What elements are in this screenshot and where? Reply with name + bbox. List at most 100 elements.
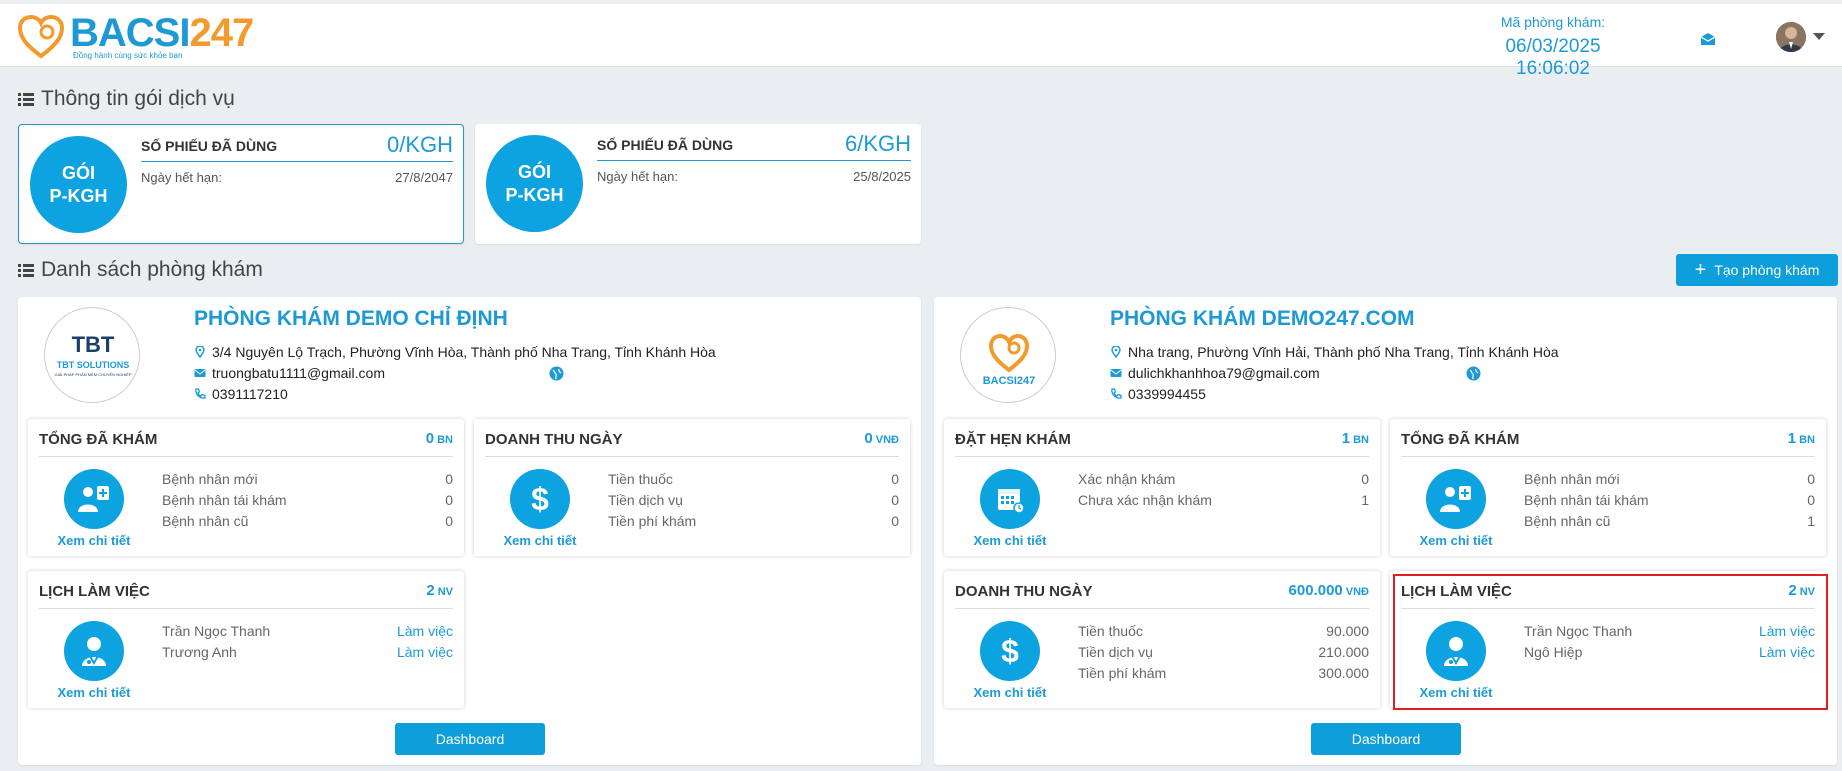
package-expiry-label: Ngày hết hạn: (597, 169, 678, 184)
card-row-label: Bệnh nhân mới (1524, 471, 1620, 487)
card-row-label: Tiền dịch vụ (1078, 644, 1153, 660)
phone-icon (195, 388, 206, 399)
card-row: Ngô Hiệp Làm việc (1524, 642, 1815, 663)
package-circle: GÓI P-KGH (486, 135, 583, 232)
card-value-number: 2 (1788, 582, 1797, 599)
card-row-value: Làm việc (396, 623, 453, 639)
card-row-value: 90.000 (1326, 623, 1369, 639)
package-card[interactable]: GÓI P-KGH SỐ PHIẾU ĐÃ DÙNG 6/KGH Ngày hế… (475, 124, 921, 244)
view-details-link[interactable]: Xem chi tiết (46, 533, 142, 548)
card-title: TỔNG ĐÃ KHÁM (1401, 431, 1520, 448)
card-row: Bệnh nhân cũ 0 (162, 511, 453, 532)
card-row-label: Chưa xác nhận khám (1078, 492, 1212, 508)
card-row: Trần Ngọc Thanh Làm việc (1524, 621, 1815, 642)
stats-card-appointments: ĐẶT HẸN KHÁM 1 BN Xem chi tiết Xác nhận k… (944, 419, 1380, 556)
view-details-link[interactable]: Xem chi tiết (492, 533, 588, 548)
clinic-address-row: 3/4 Nguyên Lộ Trạch, Phường Vĩnh Hòa, Th… (194, 344, 716, 360)
card-row: Tiền dịch vụ 0 (608, 490, 899, 511)
card-rows: Xác nhận khám 0 Chưa xác nhận khám 1 (1078, 469, 1369, 511)
card-row-value: 0 (1807, 471, 1815, 487)
package-circle: GÓI P-KGH (30, 136, 127, 233)
caret-down-icon[interactable] (1813, 33, 1825, 40)
card-row-label: Bệnh nhân tái khám (162, 492, 287, 508)
doctor-icon[interactable] (64, 621, 124, 681)
divider (1401, 608, 1815, 609)
user-avatar[interactable] (1776, 22, 1806, 52)
clinic-address: 3/4 Nguyên Lộ Trạch, Phường Vĩnh Hòa, Th… (212, 344, 716, 360)
card-value-number: 0 (864, 430, 873, 447)
view-details-link[interactable]: Xem chi tiết (962, 685, 1058, 700)
package-expiry-label: Ngày hết hạn: (141, 170, 222, 185)
divider (141, 161, 453, 162)
package-circle-line1: GÓI (517, 161, 551, 182)
doctor-patient-icon[interactable] (1426, 469, 1486, 529)
dollar-icon[interactable]: $ (510, 469, 570, 529)
dashboard-button[interactable]: Dashboard (1311, 723, 1461, 755)
globe-icon[interactable] (549, 366, 564, 381)
calendar-icon[interactable] (980, 469, 1040, 529)
logo-wordmark: BACSI247 (70, 11, 254, 55)
card-row-value: 0 (891, 492, 899, 508)
mail-icon[interactable] (1700, 32, 1716, 46)
top-header: BACSI247 Đồng hành cùng sức khỏe bạn Mã … (0, 4, 1842, 79)
card-row: Bệnh nhân tái khám 0 (162, 490, 453, 511)
stats-card-work-schedule: LỊCH LÀM VIỆC 2 NV Xem chi tiết Trần Ngọc… (1390, 571, 1826, 708)
view-details-link[interactable]: Xem chi tiết (962, 533, 1058, 548)
clinic-address: Nha trang, Phường Vĩnh Hải, Thành phố Nh… (1128, 344, 1559, 360)
card-row-label: Tiền phí khám (1078, 665, 1167, 681)
card-value-unit: BN (1799, 434, 1815, 446)
view-details-link[interactable]: Xem chi tiết (1408, 533, 1504, 548)
card-value: 1 BN (1342, 430, 1369, 447)
globe-icon[interactable] (1466, 366, 1481, 381)
dashboard-button[interactable]: Dashboard (395, 723, 545, 755)
view-details-link[interactable]: Xem chi tiết (1408, 685, 1504, 700)
card-value-unit: NV (1799, 586, 1815, 598)
bacsi247-logo[interactable]: BACSI247 Đồng hành cùng sức khỏe bạn (18, 13, 254, 63)
package-card[interactable]: GÓI P-KGH SỐ PHIẾU ĐÃ DÙNG 0/KGH Ngày hế… (18, 124, 464, 244)
card-value-unit: VNĐ (1345, 586, 1369, 598)
clinic-email: truongbatu1111@gmail.com (212, 365, 385, 381)
clinic-phone-row: 0391117210 (194, 386, 288, 402)
view-details-link[interactable]: Xem chi tiết (46, 685, 142, 700)
card-value-number: 2 (426, 582, 435, 599)
card-row: Tiền thuốc 0 (608, 469, 899, 490)
clinic-address-row: Nha trang, Phường Vĩnh Hải, Thành phố Nh… (1110, 344, 1559, 360)
card-title: TỔNG ĐÃ KHÁM (39, 431, 158, 448)
package-used-value: 6/KGH (844, 131, 911, 156)
divider (485, 456, 899, 457)
clinic-code-block: Mã phòng khám: 06/03/2025 16:06:02 (1468, 14, 1638, 80)
clinic-name[interactable]: PHÒNG KHÁM DEMO CHỈ ĐỊNH (194, 307, 508, 331)
card-value: 0 BN (426, 430, 453, 447)
card-value-unit: BN (437, 434, 453, 446)
create-clinic-button[interactable]: + Tạo phòng khám (1676, 254, 1838, 286)
card-title: DOANH THU NGÀY (485, 431, 623, 448)
clinic-logo[interactable]: BACSI247 (960, 307, 1056, 403)
clinic-panel: TBT TBT SOLUTIONS GIẢI PHÁP PHẦN MỀM CHU… (18, 297, 921, 765)
card-value-number: 0 (425, 430, 435, 447)
doctor-icon[interactable] (1426, 621, 1486, 681)
card-row-label: Xác nhận khám (1078, 471, 1176, 487)
card-row-value: Làm việc (396, 644, 453, 660)
service-section-title: Thông tin gói dịch vụ (18, 87, 235, 111)
clinic-code-label: Mã phòng khám: (1500, 14, 1606, 30)
card-row: Bệnh nhân tái khám 0 (1524, 490, 1815, 511)
clinic-logo[interactable]: TBT TBT SOLUTIONS GIẢI PHÁP PHẦN MỀM CHU… (44, 307, 140, 403)
dollar-icon[interactable]: $ (980, 621, 1040, 681)
create-clinic-label: Tạo phòng khám (1714, 262, 1820, 278)
card-value-unit: BN (1353, 434, 1369, 446)
clinic-name[interactable]: PHÒNG KHÁM DEMO247.COM (1110, 307, 1415, 331)
clinic-logo-text: TBT SOLUTIONS (57, 360, 130, 370)
clinic-section-title: Danh sách phòng khám (18, 258, 263, 282)
card-rows: Tiền thuốc 90.000 Tiền dịch vụ 210.000 Tiề… (1078, 621, 1369, 684)
divider (39, 456, 453, 457)
card-row: Trần Ngọc Thanh Làm việc (162, 621, 453, 642)
card-row-value: 210.000 (1318, 644, 1369, 660)
stats-card-daily-revenue: DOANH THU NGÀY 600.000 VNĐ $ Xem chi tiết… (944, 571, 1380, 708)
plus-icon: + (1694, 259, 1707, 281)
clinic-phone: 0391117210 (212, 386, 288, 402)
stats-card-total-exams: TỔNG ĐÃ KHÁM 0 BN Xem chi tiết Bệnh nhân … (28, 419, 464, 556)
clinic-phone: 0339994455 (1128, 386, 1206, 402)
doctor-patient-icon[interactable] (64, 469, 124, 529)
package-used-label: SỐ PHIẾU ĐÃ DÙNG (141, 138, 278, 154)
divider (955, 456, 1369, 457)
